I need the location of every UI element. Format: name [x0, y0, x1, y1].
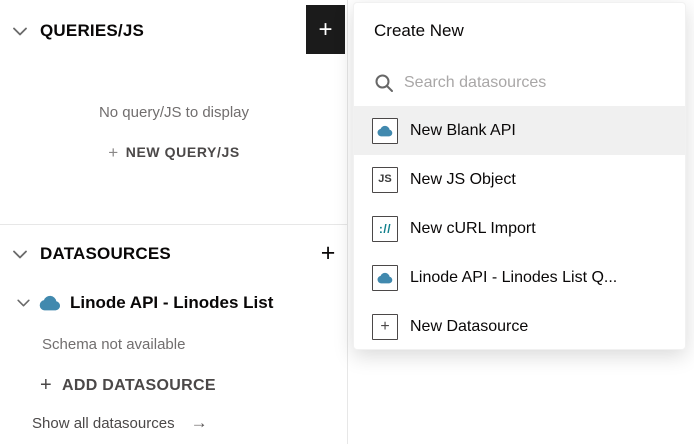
new-query-js-label: NEW QUERY/JS — [125, 144, 240, 160]
add-datasource-label: ADD DATASOURCE — [61, 376, 216, 394]
curl-icon: :// — [372, 215, 398, 242]
explorer-sidebar: QUERIES/JS + No query/JS to display + NEW… — [0, 0, 348, 444]
schema-status: Schema not available — [42, 336, 186, 353]
create-new-popover: Create New New Blank API JS New JS Objec… — [353, 2, 686, 350]
menu-item-linode-api-linodes-list-q[interactable]: Linode API - Linodes List Q... — [354, 253, 685, 302]
section-divider — [0, 224, 348, 225]
editor-canvas: QUERIES/JS + No query/JS to display + NEW… — [0, 0, 694, 444]
cloud-icon — [372, 264, 398, 291]
plus-icon: + — [108, 143, 119, 162]
menu-item-new-blank-api[interactable]: New Blank API — [354, 106, 685, 155]
new-query-js-button[interactable]: + NEW QUERY/JS — [0, 143, 348, 163]
arrow-right-icon: → — [190, 413, 208, 432]
queries-section-title: QUERIES/JS — [40, 21, 145, 40]
popover-title: Create New — [374, 21, 464, 40]
queries-empty-message: No query/JS to display — [98, 104, 250, 121]
create-new-menu: New Blank API JS New JS Object :// New c… — [354, 106, 685, 349]
plus-icon: + — [372, 313, 398, 340]
search-icon — [374, 73, 394, 93]
datasources-section-header[interactable]: DATASOURCES — [0, 239, 348, 269]
menu-item-new-js-object[interactable]: JS New JS Object — [354, 155, 685, 204]
chevron-down-icon[interactable] — [17, 299, 30, 307]
plus-icon: + — [40, 374, 52, 396]
add-datasource-button[interactable]: + ADD DATASOURCE — [40, 374, 216, 397]
cloud-icon — [39, 295, 61, 311]
menu-item-new-curl-import[interactable]: :// New cURL Import — [354, 204, 685, 253]
chevron-down-icon[interactable] — [13, 27, 27, 36]
add-datasource-plus-button[interactable]: + — [314, 239, 342, 267]
datasource-name: Linode API - Linodes List — [70, 293, 274, 312]
search-input[interactable] — [404, 74, 685, 92]
show-all-label: Show all datasources — [32, 414, 175, 432]
cloud-icon — [372, 117, 398, 144]
add-query-button[interactable]: + — [306, 5, 345, 54]
show-all-datasources-link[interactable]: Show all datasources → — [32, 413, 208, 433]
menu-item-new-datasource[interactable]: + New Datasource — [354, 302, 685, 349]
js-icon: JS — [372, 166, 398, 193]
datasource-entity-row[interactable]: Linode API - Linodes List — [0, 290, 348, 316]
queries-section-header[interactable]: QUERIES/JS — [0, 16, 348, 46]
datasource-search-row — [354, 61, 685, 105]
chevron-down-icon[interactable] — [13, 250, 27, 259]
datasources-section-title: DATASOURCES — [40, 244, 171, 263]
